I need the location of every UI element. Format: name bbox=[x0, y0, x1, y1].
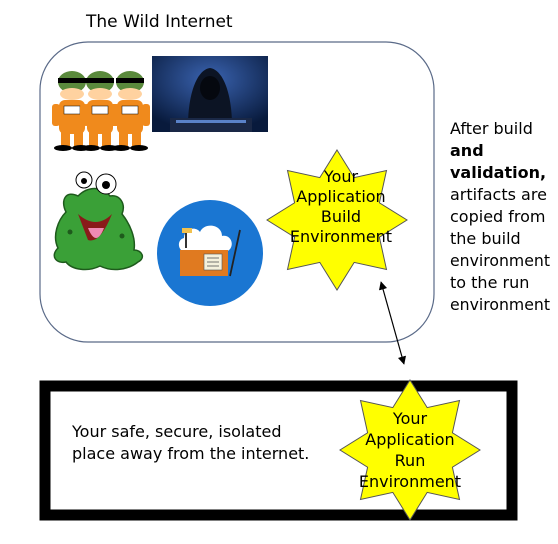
cloud-construction-icon bbox=[157, 200, 263, 306]
diagram-canvas: The Wild Internet Your Application Build… bbox=[39, 12, 550, 521]
build-line-4: Environment bbox=[290, 227, 392, 246]
note-line-4: artifacts are bbox=[450, 185, 547, 204]
copy-note: After build and validation, artifacts ar… bbox=[450, 119, 550, 314]
note-line-2: and bbox=[450, 141, 484, 160]
isolated-line-2: place away from the internet. bbox=[72, 444, 309, 463]
note-line-8: to the run bbox=[450, 273, 529, 292]
build-line-2: Application bbox=[296, 187, 385, 206]
run-line-4: Environment bbox=[359, 472, 461, 491]
run-line-3: Run bbox=[395, 451, 426, 470]
note-line-1: After build bbox=[450, 119, 533, 138]
build-line-3: Build bbox=[321, 207, 361, 226]
hooded-hacker-icon bbox=[152, 56, 268, 132]
note-line-5: copied from bbox=[450, 207, 546, 226]
note-line-7: environment bbox=[450, 251, 550, 270]
isolated-line-1: Your safe, secure, isolated bbox=[71, 422, 281, 441]
note-line-6: the build bbox=[450, 229, 521, 248]
note-line-9: environment bbox=[450, 295, 550, 314]
run-environment-star bbox=[339, 379, 481, 521]
build-line-1: Your bbox=[323, 167, 359, 186]
run-line-1: Your bbox=[392, 409, 428, 428]
note-line-3: validation, bbox=[450, 163, 546, 182]
internet-title: The Wild Internet bbox=[85, 12, 233, 32]
run-line-2: Application bbox=[365, 430, 454, 449]
